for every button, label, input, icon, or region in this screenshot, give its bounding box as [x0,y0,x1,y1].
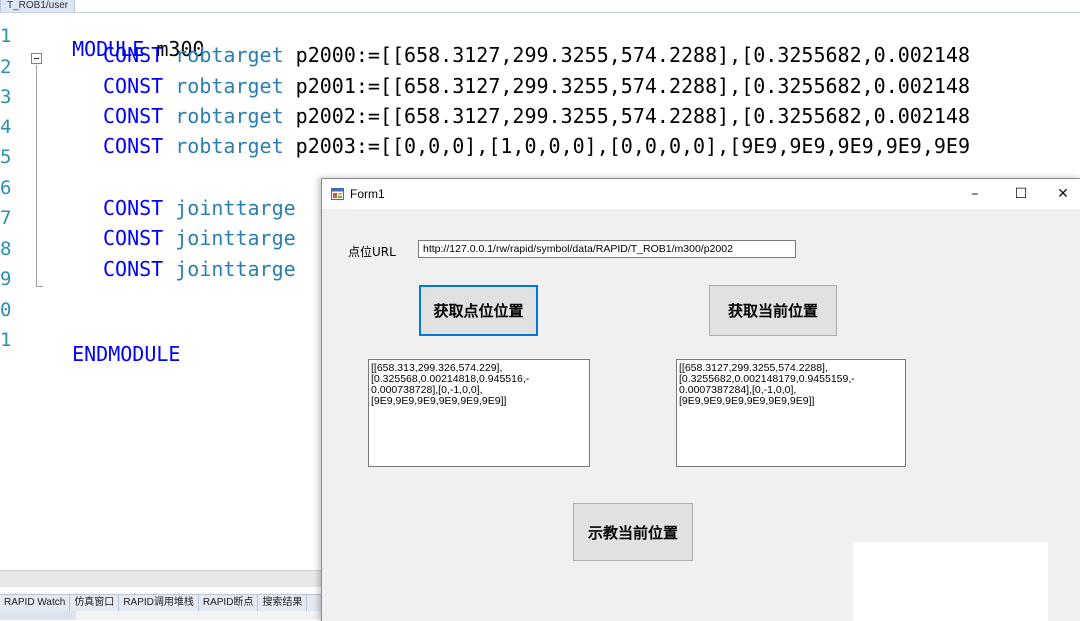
code-text: p2002:=[[658.3127,299.3255,574.2288],[0.… [283,104,970,128]
type-keyword: robtarget [175,43,284,67]
close-icon[interactable]: ✕ [1040,179,1080,209]
code-text: p2003:=[[0,0,0],[1,0,0,0],[0,0,0,0],[9E9… [283,134,970,158]
form-app-icon [331,188,344,200]
type-keyword: jointtarge [175,257,296,281]
const-keyword: CONST [103,257,164,281]
const-keyword: CONST [103,74,164,98]
tab-rapid-call-stack[interactable]: RAPID调用堆栈 [119,595,199,611]
fold-guide [36,65,37,287]
line-number: 0 [0,299,12,321]
type-keyword: robtarget [175,134,284,158]
window-title: Form1 [350,187,385,201]
line-number: 8 [0,238,12,260]
title-bar[interactable]: Form1 – ☐ ✕ [322,179,1080,209]
code-text: p2001:=[[658.3127,299.3255,574.2288],[0.… [283,74,970,98]
form1-window: Form1 – ☐ ✕ 点位URL 获取点位位置 获取当前位置 [[658.31… [321,178,1080,621]
line-number: 6 [0,177,12,199]
const-keyword: CONST [103,134,164,158]
fold-guide-end [36,286,43,287]
bottom-tab-strip: RAPID Watch 仿真窗口 RAPID调用堆栈 RAPID断点 搜索结果 [0,594,322,611]
code-line-jointtarget[interactable]: CONST jointtarge [103,257,296,281]
code-line-jointtarget[interactable]: CONST jointtarge [103,196,296,220]
blank-panel [853,542,1048,621]
bottom-panel-strip [0,611,76,620]
type-keyword: jointtarge [175,226,296,250]
const-keyword: CONST [103,104,164,128]
fold-toggle-icon[interactable] [31,53,42,64]
line-number: 2 [0,56,12,78]
endmodule-keyword: ENDMODULE [72,342,181,366]
const-keyword: CONST [103,196,164,220]
tab-rapid-breakpoints[interactable]: RAPID断点 [199,595,259,611]
code-line-endmodule[interactable]: ENDMODULE [48,318,180,366]
line-number: 3 [0,86,12,108]
code-line-robtarget[interactable]: CONST robtarget p2000:=[[658.3127,299.32… [103,43,970,67]
editor-horizontal-scrollbar[interactable] [0,570,322,587]
maximize-icon[interactable]: ☐ [998,179,1044,209]
const-keyword: CONST [103,226,164,250]
teach-current-position-button[interactable]: 示教当前位置 [573,503,693,561]
line-number: 1 [0,329,12,351]
line-number: 1 [0,25,12,47]
get-current-position-button[interactable]: 获取当前位置 [709,285,837,336]
type-keyword: robtarget [175,74,284,98]
current-position-textbox[interactable]: [[658.3127,299.3255,574.2288], [0.325568… [676,359,906,467]
code-line-robtarget[interactable]: CONST robtarget p2001:=[[658.3127,299.32… [103,74,970,98]
code-line-robtarget[interactable]: CONST robtarget p2002:=[[658.3127,299.32… [103,104,970,128]
type-keyword: jointtarge [175,196,296,220]
code-line-jointtarget[interactable]: CONST jointtarge [103,226,296,250]
point-position-textbox[interactable]: [[658.313,299.326,574.229], [0.325568,0.… [368,359,590,467]
const-keyword: CONST [103,43,164,67]
get-point-position-button[interactable]: 获取点位位置 [419,285,538,336]
type-keyword: robtarget [175,104,284,128]
url-label: 点位URL [348,245,396,259]
tab-simulation-window[interactable]: 仿真窗口 [70,595,120,611]
line-number: 9 [0,268,12,290]
minimize-icon[interactable]: – [952,179,998,209]
tab-rapid-watch[interactable]: RAPID Watch [0,595,71,611]
line-number: 4 [0,116,12,138]
line-number: 7 [0,207,12,229]
tab-search-results[interactable]: 搜索结果 [258,595,308,611]
url-input[interactable] [418,240,796,258]
line-number: 5 [0,146,12,168]
code-line-robtarget[interactable]: CONST robtarget p2003:=[[0,0,0],[1,0,0,0… [103,134,970,158]
code-text: p2000:=[[658.3127,299.3255,574.2288],[0.… [283,43,970,67]
